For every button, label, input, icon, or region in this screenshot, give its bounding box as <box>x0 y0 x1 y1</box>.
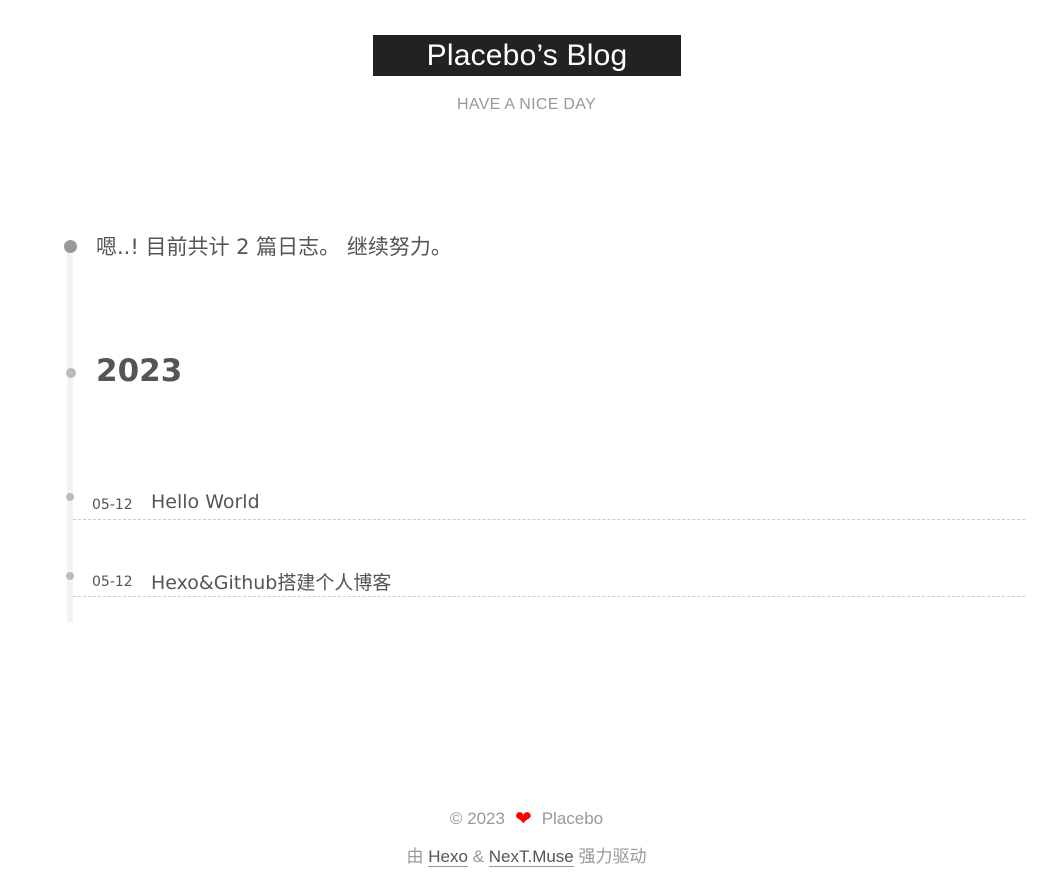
site-title-link[interactable]: Placebo’s Blog <box>373 35 681 76</box>
powered-prefix: 由 <box>406 847 424 866</box>
footer-powered-by: 由 Hexo & NexT.Muse 强力驱动 <box>0 842 1040 867</box>
archive-post-item: 05-12 Hello World <box>73 483 1025 520</box>
copyright-text: © 2023 <box>449 809 505 828</box>
heart-icon: ❤ <box>514 808 532 830</box>
ampersand: & <box>472 847 484 866</box>
post-date: 05-12 <box>92 497 133 513</box>
theme-link[interactable]: NexT.Muse <box>488 847 574 867</box>
footer-copyright: © 2023 ❤ Placebo <box>0 806 1040 831</box>
post-title-link[interactable]: Hexo&Github搭建个人博客 <box>151 568 391 595</box>
archive-year-heading: 2023 <box>96 353 183 389</box>
archive-intro-text: 嗯..! 目前共计 2 篇日志。 继续努力。 <box>96 235 452 259</box>
site-subtitle: HAVE A NICE DAY <box>456 96 597 113</box>
post-title-link[interactable]: Hello World <box>151 491 260 513</box>
archive-post-item: 05-12 Hexo&Github搭建个人博客 <box>73 560 1025 597</box>
hexo-link[interactable]: Hexo <box>428 847 468 867</box>
timeline-dot-year <box>66 368 76 378</box>
timeline-dot-intro <box>64 240 77 253</box>
post-date: 05-12 <box>92 574 133 590</box>
powered-suffix: 强力驱动 <box>578 847 647 866</box>
author-name: Placebo <box>541 809 604 828</box>
